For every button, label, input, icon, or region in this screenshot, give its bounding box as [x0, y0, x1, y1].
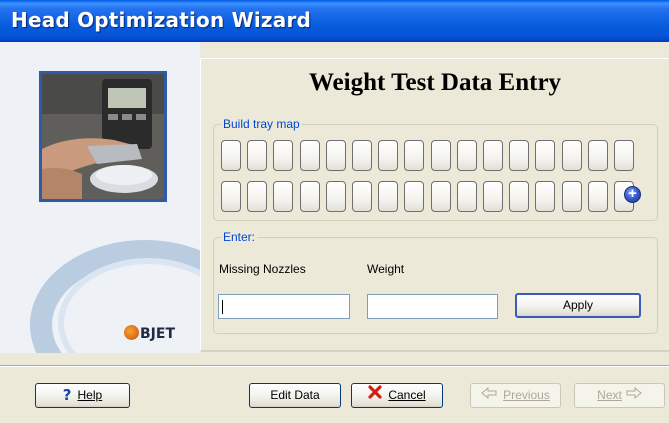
tray-cell[interactable]	[588, 181, 608, 212]
previous-arrow-icon	[481, 384, 497, 407]
logo-circle-icon	[124, 325, 139, 340]
tray-cell[interactable]	[404, 181, 424, 212]
help-label: Help	[77, 388, 103, 402]
missing-nozzles-label: Missing Nozzles	[219, 262, 306, 276]
scale-photo-image	[42, 74, 164, 199]
tray-cell[interactable]	[562, 181, 582, 212]
weight-input[interactable]	[367, 294, 498, 319]
cancel-button[interactable]: Cancel	[351, 383, 443, 408]
previous-label: Previous	[503, 388, 550, 402]
tray-cell[interactable]	[221, 140, 241, 171]
tray-cell[interactable]	[247, 140, 267, 171]
window-title: Head Optimization Wizard	[11, 8, 312, 32]
tray-cell[interactable]	[300, 140, 320, 171]
wizard-photo	[39, 71, 167, 202]
tray-cell[interactable]	[326, 140, 346, 171]
plus-circle-icon: +	[628, 185, 637, 202]
tray-cell[interactable]	[300, 181, 320, 212]
tray-cell[interactable]	[588, 140, 608, 171]
previous-button[interactable]: Previous	[470, 383, 561, 408]
wizard-side-panel: BJET	[0, 42, 200, 353]
next-arrow-icon	[626, 384, 642, 407]
tray-cell[interactable]	[535, 181, 555, 212]
title-bar: Head Optimization Wizard	[0, 0, 669, 42]
tray-cell[interactable]	[273, 140, 293, 171]
enter-legend: Enter:	[221, 230, 258, 244]
question-mark-icon: ?	[62, 386, 72, 405]
tray-cell[interactable]	[247, 181, 267, 212]
tray-cell[interactable]	[273, 181, 293, 212]
tray-cell[interactable]	[535, 140, 555, 171]
tray-cell[interactable]	[614, 140, 634, 171]
add-tray-row-button[interactable]: +	[624, 186, 641, 203]
weight-label: Weight	[367, 262, 405, 276]
logo-text: BJET	[140, 326, 175, 342]
tray-cell[interactable]	[431, 140, 451, 171]
footer-separator	[0, 365, 669, 367]
tray-cell[interactable]	[457, 181, 477, 212]
tray-cell[interactable]	[352, 140, 372, 171]
text-cursor	[222, 299, 223, 314]
tray-cell[interactable]	[378, 181, 398, 212]
apply-label: Apply	[562, 298, 594, 312]
cancel-label: Cancel	[388, 388, 426, 402]
tray-cell[interactable]	[326, 181, 346, 212]
tray-cell[interactable]	[483, 181, 503, 212]
next-button[interactable]: Next	[574, 383, 665, 408]
tray-cell[interactable]	[404, 140, 424, 171]
tray-cell[interactable]	[562, 140, 582, 171]
cancel-x-icon	[368, 384, 382, 407]
tray-cell[interactable]	[509, 140, 529, 171]
tray-cell[interactable]	[352, 181, 372, 212]
page-title: Weight Test Data Entry	[308, 69, 562, 96]
edit-data-button[interactable]: Edit Data	[249, 383, 341, 408]
build-tray-map-legend: Build tray map	[221, 117, 302, 131]
next-label: Next	[597, 388, 622, 402]
apply-button[interactable]: Apply	[515, 293, 641, 318]
tray-cell[interactable]	[509, 181, 529, 212]
tray-cell[interactable]	[221, 181, 241, 212]
objet-logo: BJET	[124, 325, 175, 342]
tray-cell[interactable]	[378, 140, 398, 171]
tray-cell[interactable]	[431, 181, 451, 212]
edit-data-label: Edit Data	[270, 388, 320, 402]
tray-cell[interactable]	[483, 140, 503, 171]
enter-group: Enter:	[213, 230, 658, 334]
missing-nozzles-input[interactable]	[218, 294, 350, 319]
help-button[interactable]: ? Help	[35, 383, 130, 408]
tray-cell[interactable]	[457, 140, 477, 171]
